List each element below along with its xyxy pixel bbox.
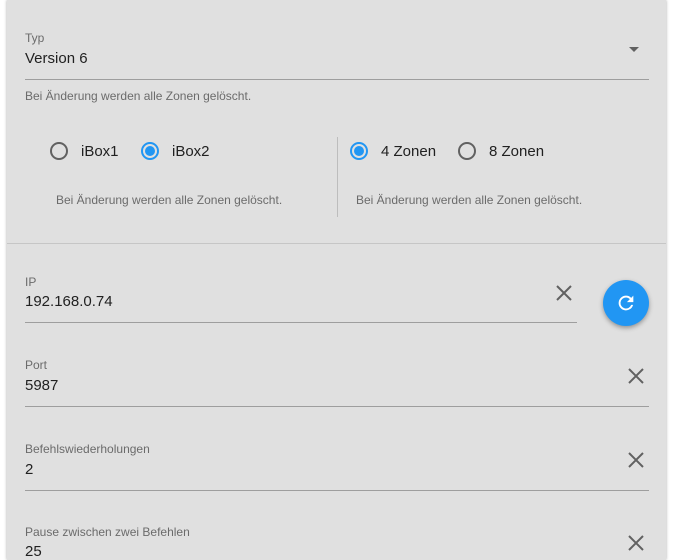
befehlswiederholungen-label: Befehlswiederholungen: [25, 442, 150, 456]
radio-4-zonen-circle[interactable]: [350, 142, 368, 160]
port-clear-icon[interactable]: [624, 364, 648, 388]
pause-value: 25: [25, 543, 42, 560]
ip-underline: [25, 322, 577, 323]
port-underline: [25, 406, 649, 407]
radio-8-zonen[interactable]: 8 Zonen: [458, 142, 544, 160]
section-divider: [7, 243, 666, 244]
port-value: 5987: [25, 377, 59, 394]
typ-label: Typ: [25, 31, 45, 45]
typ-underline: [25, 79, 649, 80]
ip-value: 192.168.0.74: [25, 293, 113, 310]
typ-helper-text: Bei Änderung werden alle Zonen gelöscht.: [25, 89, 252, 103]
typ-value: Version 6: [25, 50, 88, 67]
radio-ibox2-circle[interactable]: [141, 142, 159, 160]
radio-ibox2-label: iBox2: [172, 142, 210, 160]
radio-ibox1-circle[interactable]: [50, 142, 68, 160]
radio-4-zonen-label: 4 Zonen: [381, 142, 437, 160]
settings-card: Typ Version 6 Bei Änderung werden alle Z…: [7, 0, 666, 560]
port-field[interactable]: Port 5987: [25, 353, 649, 407]
ip-field[interactable]: IP 192.168.0.74: [25, 270, 577, 323]
ibox-helper-text: Bei Änderung werden alle Zonen gelöscht.: [56, 193, 283, 207]
befehlswiederholungen-value: 2: [25, 461, 34, 478]
refresh-button[interactable]: [603, 280, 649, 326]
radio-group-divider: [337, 137, 338, 217]
ip-label: IP: [25, 275, 37, 289]
ip-clear-icon[interactable]: [552, 281, 576, 305]
radio-ibox1-label: iBox1: [81, 142, 119, 160]
radio-8-zonen-circle[interactable]: [458, 142, 476, 160]
pause-label: Pause zwischen zwei Befehlen: [25, 525, 190, 539]
refresh-icon: [618, 295, 634, 311]
chevron-down-icon[interactable]: [629, 47, 639, 52]
pause-field[interactable]: Pause zwischen zwei Befehlen 25: [25, 520, 649, 560]
befehlswiederholungen-clear-icon[interactable]: [624, 448, 648, 472]
radio-ibox2[interactable]: iBox2: [141, 142, 210, 160]
zones-helper-text: Bei Änderung werden alle Zonen gelöscht.: [356, 193, 583, 207]
radio-8-zonen-label: 8 Zonen: [489, 142, 545, 160]
typ-select[interactable]: Typ Version 6: [25, 26, 649, 80]
pause-clear-icon[interactable]: [624, 531, 648, 555]
radio-4-zonen[interactable]: 4 Zonen: [350, 142, 436, 160]
port-label: Port: [25, 358, 48, 372]
befehlswiederholungen-underline: [25, 490, 649, 491]
befehlswiederholungen-field[interactable]: Befehlswiederholungen 2: [25, 437, 649, 491]
radio-ibox1[interactable]: iBox1: [50, 142, 119, 160]
